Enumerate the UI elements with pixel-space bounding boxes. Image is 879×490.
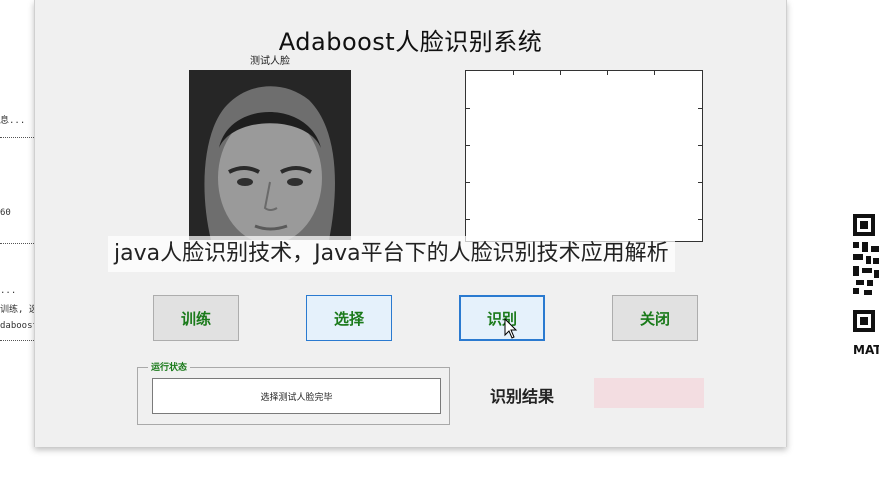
axis-tick bbox=[466, 108, 470, 109]
qr-code-icon bbox=[852, 212, 879, 336]
result-label: 识别结果 bbox=[490, 387, 555, 406]
axis-tick bbox=[466, 219, 470, 220]
console-line: 息... bbox=[0, 116, 26, 126]
console-divider bbox=[0, 137, 34, 138]
axis-tick bbox=[698, 219, 702, 220]
console-panel: 息... 60 ... 训练, 选 daboost识 bbox=[0, 0, 34, 490]
console-line: daboost识 bbox=[0, 321, 34, 331]
axis-tick bbox=[513, 71, 514, 75]
status-panel: 运行状态 选择测试人脸完毕 bbox=[137, 360, 450, 425]
console-line: 60 bbox=[0, 208, 11, 218]
console-line: 训练, 选 bbox=[0, 305, 34, 315]
axis-tick bbox=[698, 182, 702, 183]
face-label: 测试人脸 bbox=[250, 56, 290, 67]
console-divider bbox=[0, 243, 34, 244]
console-line: ... bbox=[0, 286, 17, 296]
axis-tick bbox=[466, 145, 470, 146]
axis-tick bbox=[466, 182, 470, 183]
axis-tick bbox=[654, 71, 655, 75]
axis-tick bbox=[607, 71, 608, 75]
mouse-cursor-icon bbox=[504, 318, 518, 339]
axis-tick bbox=[698, 145, 702, 146]
qr-caption: MAT bbox=[853, 343, 879, 357]
figure-window: Adaboost人脸识别系统 测试人脸 训练 选择 识别 关闭 运行状态 选择测… bbox=[34, 0, 787, 447]
axis-tick bbox=[698, 108, 702, 109]
console-divider bbox=[0, 340, 34, 341]
status-panel-title: 运行状态 bbox=[148, 360, 191, 373]
status-message: 选择测试人脸完毕 bbox=[152, 378, 441, 414]
axis-tick bbox=[560, 71, 561, 75]
result-axes bbox=[465, 70, 703, 242]
select-button[interactable]: 选择 bbox=[306, 295, 392, 341]
result-field bbox=[594, 378, 704, 408]
test-face-image bbox=[189, 70, 351, 240]
window-title: Adaboost人脸识别系统 bbox=[278, 28, 543, 56]
close-button[interactable]: 关闭 bbox=[612, 295, 698, 341]
watermark-caption: java人脸识别技术，Java平台下的人脸识别技术应用解析 bbox=[108, 236, 675, 272]
train-button[interactable]: 训练 bbox=[153, 295, 239, 341]
recognize-button[interactable]: 识别 bbox=[459, 295, 545, 341]
